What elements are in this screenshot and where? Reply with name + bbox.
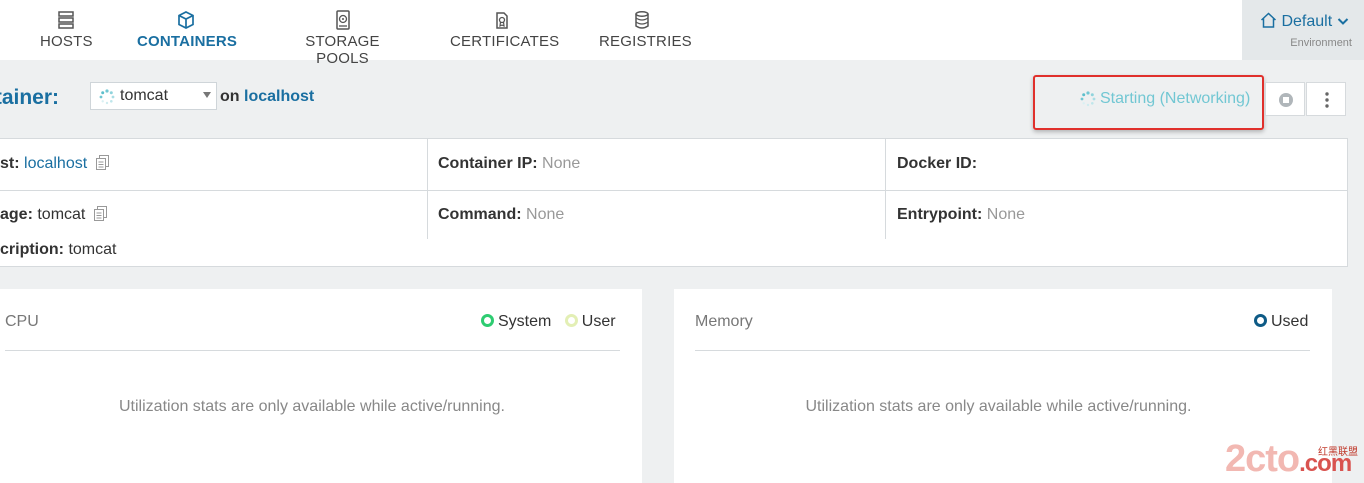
- command-value: None: [526, 206, 565, 223]
- caret-down-icon: [203, 92, 211, 98]
- entrypoint-field: Entrypoint: None: [897, 206, 1025, 224]
- watermark-small: 红黑联盟: [1318, 447, 1358, 458]
- command-field: Command: None: [438, 206, 564, 224]
- memory-message: Utilization stats are only available whi…: [805, 398, 1192, 415]
- legend-user: User: [581, 313, 616, 330]
- status-text: Starting (Networking): [1100, 90, 1251, 107]
- container-ip-label: Container IP:: [438, 155, 538, 172]
- memory-legend: Used: [1254, 313, 1308, 331]
- top-nav: HOSTS CONTAINERS STORAGE POOLS CERTIFICA…: [0, 0, 1364, 67]
- nav-containers[interactable]: CONTAINERS: [137, 10, 238, 50]
- host-field: st: localhost: [0, 155, 109, 173]
- spinner-icon: [1080, 91, 1096, 107]
- copy-icon[interactable]: [93, 206, 107, 221]
- cpu-legend: System User: [481, 313, 616, 331]
- nav-certificates[interactable]: CERTIFICATES: [450, 10, 560, 50]
- copy-icon[interactable]: [95, 155, 109, 170]
- home-icon: [1260, 12, 1277, 28]
- system-legend-icon: [481, 314, 494, 327]
- nav-hosts-label: HOSTS: [40, 33, 93, 50]
- nav-registries[interactable]: REGISTRIES: [599, 10, 692, 50]
- legend-used: Used: [1271, 313, 1309, 330]
- nav-registries-label: REGISTRIES: [599, 33, 692, 50]
- user-legend-icon: [564, 314, 578, 327]
- storage-icon: [335, 10, 350, 30]
- divider: [427, 139, 428, 239]
- environment-name[interactable]: Default: [1260, 12, 1349, 31]
- certificate-icon: [495, 12, 508, 29]
- image-label: age:: [0, 206, 33, 223]
- host-label: st:: [0, 155, 20, 172]
- divider: [885, 139, 886, 239]
- database-icon: [634, 11, 649, 29]
- docker-id-label: Docker ID:: [897, 155, 978, 172]
- used-legend-icon: [1254, 314, 1267, 327]
- container-ip-value: None: [542, 155, 581, 172]
- page-title: ntainer:: [0, 86, 60, 109]
- cpu-card: CPU System User Utilization stats are on…: [0, 289, 642, 483]
- description-field: cription: tomcat: [0, 241, 116, 259]
- container-select[interactable]: tomcat: [90, 82, 217, 110]
- command-label: Command:: [438, 206, 522, 223]
- on-label: on: [220, 88, 240, 105]
- vertical-ellipsis-icon: [1325, 92, 1329, 108]
- divider: [695, 350, 1310, 351]
- host-link[interactable]: localhost: [244, 88, 314, 105]
- container-info-panel: st: localhost age: tomcat cription: tomc…: [0, 138, 1348, 267]
- watermark-main: 2cto: [1225, 438, 1300, 480]
- divider: [0, 190, 1347, 191]
- legend-system: System: [498, 313, 552, 330]
- host-value-link[interactable]: localhost: [24, 155, 87, 172]
- container-select-value: tomcat: [120, 87, 169, 104]
- memory-title: Memory: [695, 313, 753, 330]
- more-actions-button[interactable]: [1306, 82, 1346, 116]
- divider: [5, 350, 620, 351]
- nav-storage-pools-label: STORAGE POOLS: [305, 33, 380, 67]
- nav-certificates-label: CERTIFICATES: [450, 33, 560, 50]
- entrypoint-label: Entrypoint:: [897, 206, 983, 223]
- hosts-icon: [58, 11, 74, 29]
- nav-hosts[interactable]: HOSTS: [40, 10, 92, 50]
- cpu-title: CPU: [5, 313, 39, 330]
- description-value: tomcat: [68, 241, 117, 258]
- environment-subtitle: Environment: [1290, 37, 1352, 49]
- chevron-down-icon: [1337, 18, 1348, 25]
- cpu-message: Utilization stats are only available whi…: [119, 398, 505, 415]
- image-value: tomcat: [37, 206, 86, 223]
- nav-storage-pools[interactable]: STORAGE POOLS: [281, 10, 404, 67]
- stop-icon: [1279, 93, 1293, 107]
- image-field: age: tomcat: [0, 206, 107, 224]
- container-ip-field: Container IP: None: [438, 155, 580, 173]
- nav-containers-label: CONTAINERS: [137, 33, 238, 50]
- cube-icon: [178, 11, 194, 29]
- on-host-text: on localhost: [220, 88, 314, 106]
- spinner-icon: [99, 89, 115, 105]
- description-label: cription:: [0, 241, 64, 258]
- environment-name-text: Default: [1281, 13, 1333, 30]
- stop-button[interactable]: [1265, 82, 1305, 116]
- environment-switcher[interactable]: Default Environment: [1242, 0, 1364, 60]
- entrypoint-value: None: [986, 206, 1026, 223]
- docker-id-field: Docker ID:: [897, 155, 977, 173]
